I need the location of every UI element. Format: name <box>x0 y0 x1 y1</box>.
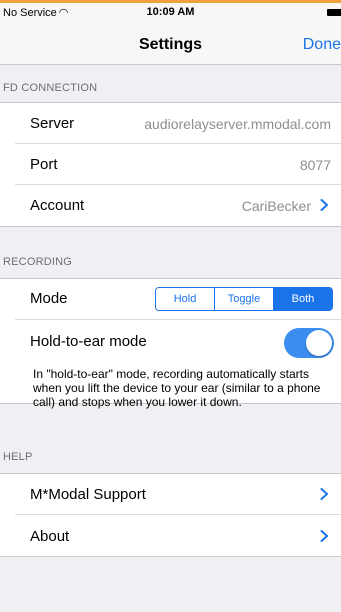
server-row[interactable]: Server audiorelayserver.mmodal.com <box>0 103 341 144</box>
section-header-recording: RECORDING <box>3 256 73 268</box>
section-header-fd-connection: FD CONNECTION <box>3 82 98 94</box>
mode-row: Mode Hold Toggle Both <box>0 279 341 320</box>
server-value: audiorelayserver.mmodal.com <box>144 116 331 132</box>
hold-to-ear-label: Hold-to-ear mode <box>30 333 147 350</box>
navigation-bar: Settings Done <box>0 23 341 65</box>
mode-segmented-control[interactable]: Hold Toggle Both <box>155 287 333 311</box>
fd-connection-group: Server audiorelayserver.mmodal.com Port … <box>0 102 341 227</box>
mode-option-hold[interactable]: Hold <box>156 288 215 310</box>
toggle-knob <box>306 330 332 356</box>
hold-to-ear-row: Hold-to-ear mode In "hold-to-ear" mode, … <box>0 320 341 409</box>
account-row[interactable]: Account CariBecker <box>0 185 341 226</box>
server-label: Server <box>30 115 75 132</box>
support-row[interactable]: M*Modal Support <box>0 474 341 515</box>
port-value: 8077 <box>299 157 331 173</box>
port-row[interactable]: Port 8077 <box>0 144 341 185</box>
chevron-right-icon <box>320 199 328 211</box>
page-title: Settings <box>138 36 203 53</box>
row-separator <box>15 514 341 515</box>
status-bar: No Service ◠ 10:09 AM <box>0 3 341 23</box>
status-time: 10:09 AM <box>146 6 195 18</box>
hold-to-ear-toggle[interactable] <box>284 328 334 358</box>
account-label: Account <box>30 197 85 214</box>
port-label: Port <box>30 156 58 173</box>
done-button[interactable]: Done <box>303 36 341 54</box>
support-label: M*Modal Support <box>30 486 146 503</box>
recording-group: Mode Hold Toggle Both Hold-to-ear mode I… <box>0 278 341 409</box>
account-value: CariBecker <box>241 198 311 214</box>
about-label: About <box>30 528 70 545</box>
hold-to-ear-description: In "hold-to-ear" mode, recording automat… <box>33 367 321 409</box>
battery-icon <box>327 9 341 16</box>
help-group: M*Modal Support About <box>0 473 341 557</box>
mode-label: Mode <box>30 290 68 307</box>
chevron-right-icon <box>320 530 328 542</box>
about-row[interactable]: About <box>0 516 341 557</box>
mode-option-toggle[interactable]: Toggle <box>215 288 274 310</box>
mode-option-both[interactable]: Both <box>274 288 332 310</box>
section-header-help: HELP <box>3 451 33 463</box>
chevron-right-icon <box>320 488 328 500</box>
